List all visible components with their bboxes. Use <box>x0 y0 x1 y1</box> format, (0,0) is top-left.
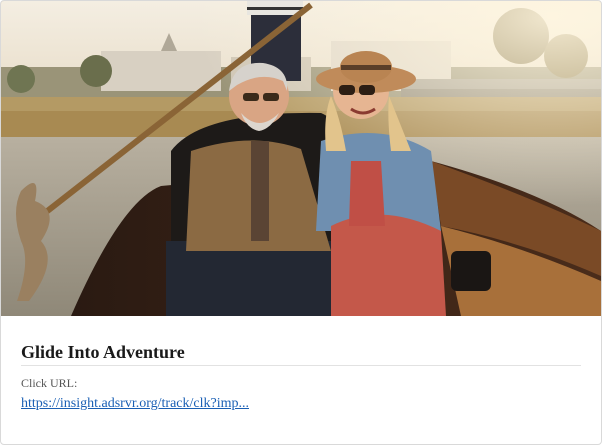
ad-image[interactable] <box>1 1 601 316</box>
divider <box>21 365 581 366</box>
click-url-label: Click URL: <box>21 376 78 390</box>
click-url-link[interactable]: https://insight.adsrvr.org/track/clk?imp… <box>21 396 249 411</box>
ad-title: Glide Into Adventure <box>21 342 185 362</box>
ad-preview-card: Glide Into Adventure Click URL: https://… <box>0 0 602 445</box>
ad-content: Glide Into Adventure Click URL: https://… <box>21 341 581 413</box>
ad-image-illustration <box>1 1 601 316</box>
